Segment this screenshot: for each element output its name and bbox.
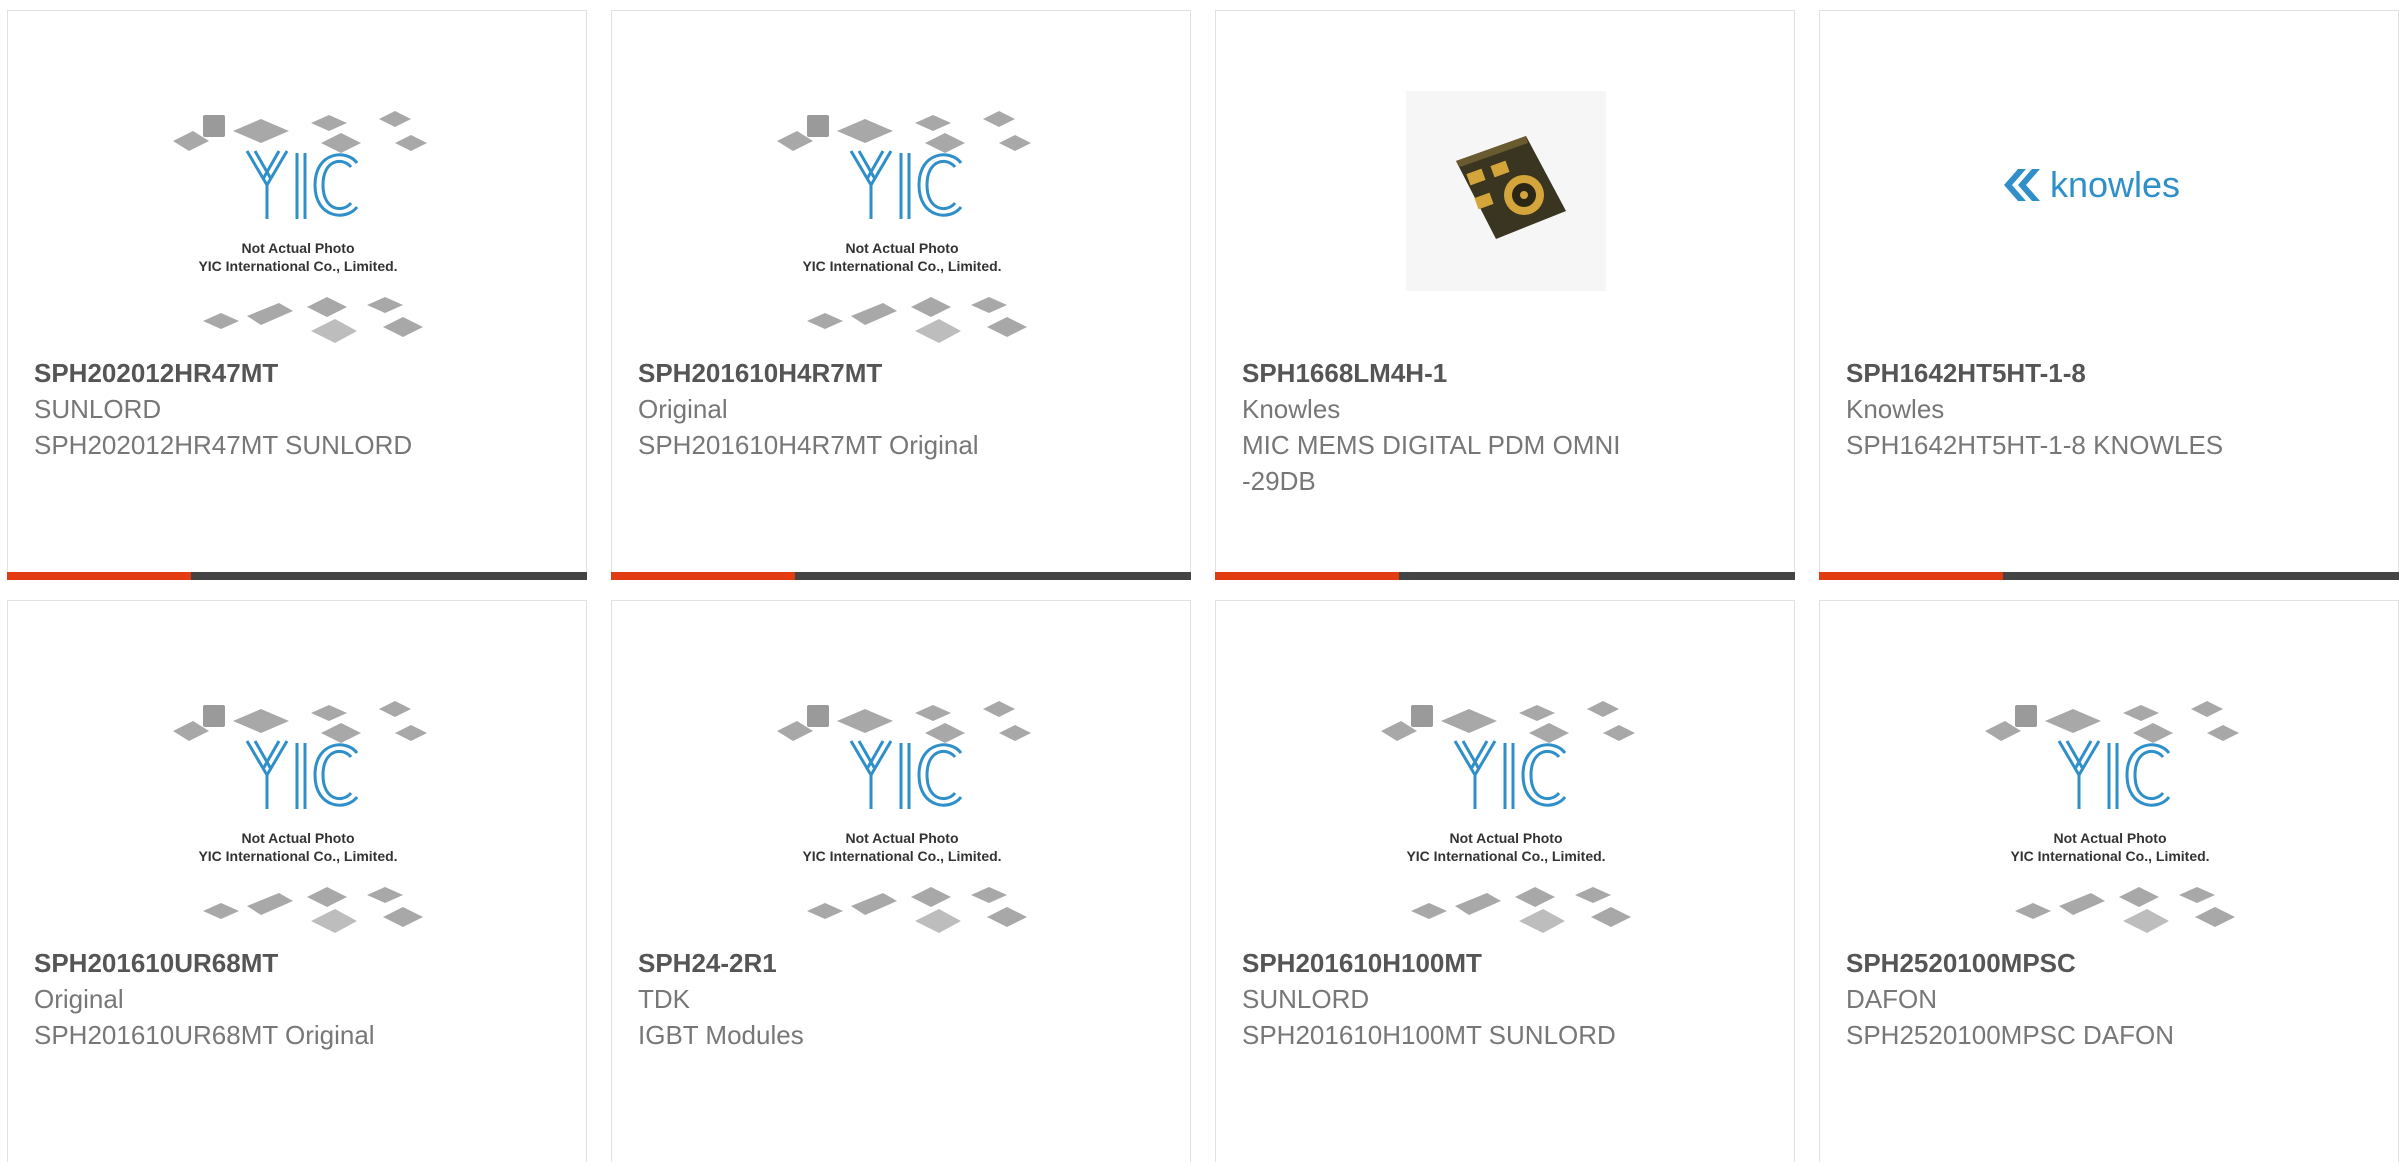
part-number[interactable]: SPH2520100MPSC: [1846, 945, 2372, 981]
placeholder-line1: Not Actual Photo: [241, 240, 354, 256]
description: SPH1642HT5HT-1-8 KNOWLES: [1846, 430, 2224, 460]
manufacturer: Original: [638, 394, 728, 424]
placeholder-line1: Not Actual Photo: [1449, 830, 1562, 846]
manufacturer: Original: [34, 984, 124, 1014]
product-card[interactable]: Not Actual Photo YIC International Co., …: [1819, 600, 2399, 1162]
manufacturer: Knowles: [1846, 394, 1945, 424]
knowles-logo-text: knowles: [2050, 164, 2180, 205]
placeholder-image: Not Actual Photo YIC International Co., …: [173, 111, 427, 343]
product-card[interactable]: Not Actual Photo YIC International Co., …: [1215, 600, 1795, 1162]
placeholder-line2: YIC International Co., Limited.: [802, 258, 1001, 274]
part-number[interactable]: SPH201610H4R7MT: [638, 355, 1164, 391]
product-card[interactable]: Not Actual Photo YIC International Co., …: [611, 600, 1191, 1162]
part-number[interactable]: SPH1668LM4H-1: [1242, 355, 1768, 391]
description: SPH2520100MPSC DAFON: [1846, 1020, 2175, 1050]
placeholder-line2: YIC International Co., Limited.: [1406, 848, 1605, 864]
manufacturer: SUNLORD: [34, 394, 162, 424]
product-card[interactable]: Not Actual Photo YIC International Co., …: [611, 10, 1191, 580]
card-footer-bar: [1215, 572, 1795, 580]
part-number[interactable]: SPH201610H100MT: [1242, 945, 1768, 981]
description: SPH201610H4R7MT Original: [638, 430, 979, 460]
placeholder-line1: Not Actual Photo: [845, 830, 958, 846]
placeholder-image: Not Actual Photo YIC International Co., …: [777, 111, 1031, 343]
placeholder-line1: Not Actual Photo: [241, 830, 354, 846]
description: SPH201610UR68MT Original: [34, 1020, 375, 1050]
product-card[interactable]: SPH1668LM4H-1 Knowles MIC MEMS DIGITAL P…: [1215, 10, 1795, 580]
manufacturer: Knowles: [1242, 394, 1341, 424]
placeholder-line1: Not Actual Photo: [845, 240, 958, 256]
placeholder-image: Not Actual Photo YIC International Co., …: [1985, 701, 2239, 933]
card-footer-bar: [7, 572, 587, 580]
product-card[interactable]: Not Actual Photo YIC International Co., …: [7, 600, 587, 1162]
manufacturer: DAFON: [1846, 984, 1937, 1014]
placeholder-image: Not Actual Photo YIC International Co., …: [173, 701, 427, 933]
card-footer-bar: [611, 572, 1191, 580]
product-card[interactable]: Not Actual Photo YIC International Co., …: [7, 10, 587, 580]
product-card[interactable]: knowles SPH1642HT5HT-1-8 Knowles SPH1642…: [1819, 10, 2399, 580]
description: MIC MEMS DIGITAL PDM OMNI -29DB: [1242, 430, 1621, 496]
product-grid: Not Actual Photo YIC International Co., …: [0, 0, 2400, 1162]
knowles-logo: knowles: [2004, 164, 2180, 205]
placeholder-line2: YIC International Co., Limited.: [198, 258, 397, 274]
manufacturer: SUNLORD: [1242, 984, 1370, 1014]
placeholder-image: Not Actual Photo YIC International Co., …: [777, 701, 1031, 933]
part-number[interactable]: SPH202012HR47MT: [34, 355, 560, 391]
description: SPH202012HR47MT SUNLORD: [34, 430, 413, 460]
placeholder-line2: YIC International Co., Limited.: [2010, 848, 2209, 864]
mic-product-photo: [1406, 91, 1606, 291]
placeholder-image: Not Actual Photo YIC International Co., …: [1381, 701, 1635, 933]
part-number[interactable]: SPH24-2R1: [638, 945, 1164, 981]
part-number[interactable]: SPH201610UR68MT: [34, 945, 560, 981]
placeholder-line2: YIC International Co., Limited.: [198, 848, 397, 864]
description: SPH201610H100MT SUNLORD: [1242, 1020, 1616, 1050]
placeholder-line2: YIC International Co., Limited.: [802, 848, 1001, 864]
description: IGBT Modules: [638, 1020, 804, 1050]
placeholder-line1: Not Actual Photo: [2053, 830, 2166, 846]
card-footer-bar: [1819, 572, 2399, 580]
manufacturer: TDK: [638, 984, 690, 1014]
part-number[interactable]: SPH1642HT5HT-1-8: [1846, 355, 2372, 391]
